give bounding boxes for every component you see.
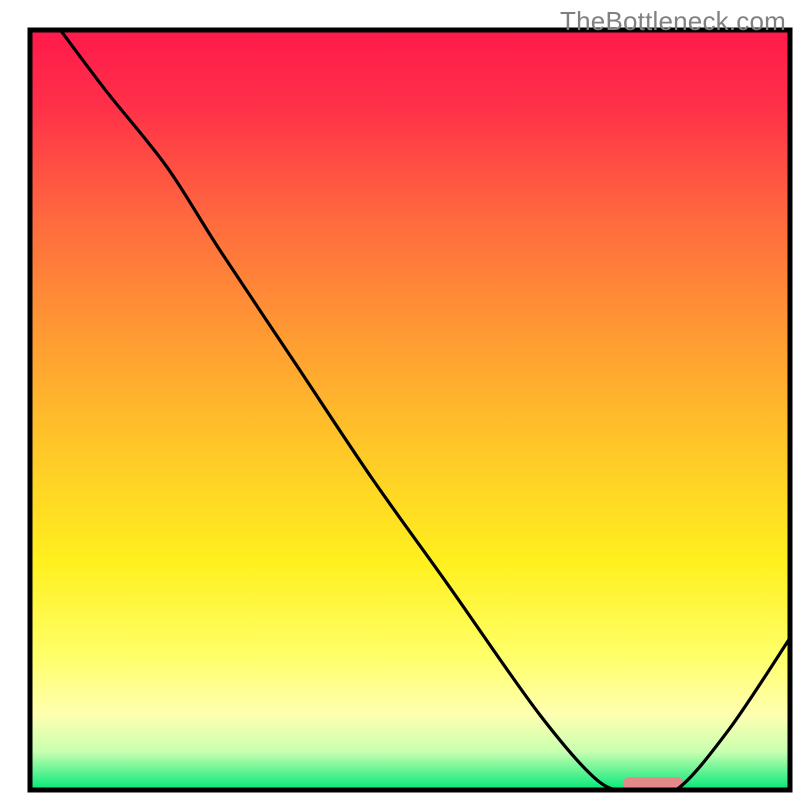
bottleneck-chart (0, 0, 800, 800)
plot-background (30, 30, 790, 790)
watermark-text: TheBottleneck.com (560, 6, 786, 37)
